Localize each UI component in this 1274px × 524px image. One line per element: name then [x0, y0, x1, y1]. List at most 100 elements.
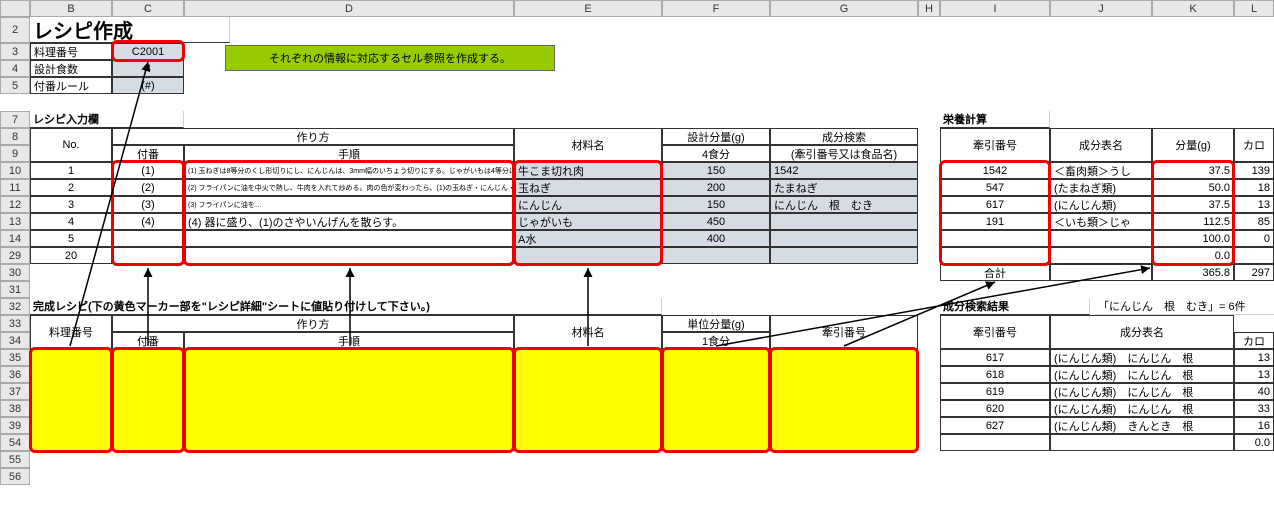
ks2n[interactable]: (にんじん類) にんじん 根	[1050, 383, 1234, 400]
t1-e2[interactable]	[184, 247, 514, 264]
t1r3-seibun[interactable]	[770, 213, 918, 230]
row-55[interactable]: 55	[0, 451, 30, 468]
row-5[interactable]: 5	[0, 77, 30, 94]
t1-e4[interactable]	[662, 247, 770, 264]
e3n[interactable]: ＜いも類＞じゃ	[1050, 213, 1152, 230]
e2n[interactable]: (にんじん類)	[1050, 196, 1152, 213]
t1r0-fuban[interactable]: (1)	[112, 162, 184, 179]
ks4k[interactable]: 627	[940, 417, 1050, 434]
row-13[interactable]: 13	[0, 213, 30, 230]
ks1c[interactable]: 13	[1234, 366, 1274, 383]
t1r4-tejun[interactable]	[184, 230, 514, 247]
t1r1-bunryo[interactable]: 200	[662, 179, 770, 196]
k-yellow-f[interactable]	[662, 349, 770, 451]
k-yellow-d[interactable]	[184, 349, 514, 451]
row-35[interactable]: 35	[0, 349, 30, 366]
e1b[interactable]: 50.0	[1152, 179, 1234, 196]
k-yellow-e[interactable]	[514, 349, 662, 451]
t1r4-zairyo[interactable]: A水	[514, 230, 662, 247]
t1r2-no[interactable]: 3	[30, 196, 112, 213]
k-yellow-b[interactable]	[30, 349, 112, 451]
ks0k[interactable]: 617	[940, 349, 1050, 366]
e0k[interactable]: 1542	[940, 162, 1050, 179]
t1r0-bunryo[interactable]: 150	[662, 162, 770, 179]
e5k[interactable]	[940, 247, 1050, 264]
t1r1-zairyo[interactable]: 玉ねぎ	[514, 179, 662, 196]
col-E[interactable]: E	[514, 0, 662, 17]
row-36[interactable]: 36	[0, 366, 30, 383]
t1r0-tejun[interactable]: (1) 玉ねぎは8等分のくし形切りにし、にんじんは、3mm幅のいちょう切りにする…	[184, 162, 514, 179]
row-33[interactable]: 33	[0, 315, 30, 332]
col-C[interactable]: C	[112, 0, 184, 17]
e2b[interactable]: 37.5	[1152, 196, 1234, 213]
ks2k[interactable]: 619	[940, 383, 1050, 400]
row-7[interactable]: 7	[0, 111, 30, 128]
t1r4-seibun[interactable]	[770, 230, 918, 247]
ks1n[interactable]: (にんじん類) にんじん 根	[1050, 366, 1234, 383]
e1n[interactable]: (たまねぎ類)	[1050, 179, 1152, 196]
row-31[interactable]: 31	[0, 281, 30, 298]
row-56[interactable]: 56	[0, 468, 30, 485]
e0b[interactable]: 37.5	[1152, 162, 1234, 179]
col-F[interactable]: F	[662, 0, 770, 17]
e4n[interactable]	[1050, 230, 1152, 247]
e5b[interactable]: 0.0	[1152, 247, 1234, 264]
col-B[interactable]: B	[30, 0, 112, 17]
col-I[interactable]: I	[940, 0, 1050, 17]
t1-e3[interactable]	[514, 247, 662, 264]
t1r0-seibun[interactable]: 1542	[770, 162, 918, 179]
t1r4-fuban[interactable]	[112, 230, 184, 247]
e3b[interactable]: 112.5	[1152, 213, 1234, 230]
ks3c[interactable]: 33	[1234, 400, 1274, 417]
ks3n[interactable]: (にんじん類) にんじん 根	[1050, 400, 1234, 417]
row-2[interactable]: 2	[0, 17, 30, 43]
t1r0-no[interactable]: 1	[30, 162, 112, 179]
ks4n[interactable]: (にんじん類) きんとき 根	[1050, 417, 1234, 434]
t1-e5[interactable]	[770, 247, 918, 264]
t1r3-zairyo[interactable]: じゃがいも	[514, 213, 662, 230]
e4k[interactable]	[940, 230, 1050, 247]
ks-e1[interactable]	[940, 434, 1050, 451]
row-39[interactable]: 39	[0, 417, 30, 434]
t1r2-bunryo[interactable]: 150	[662, 196, 770, 213]
e1c[interactable]: 18	[1234, 179, 1274, 196]
ks0n[interactable]: (にんじん類) にんじん 根	[1050, 349, 1234, 366]
t1r2-seibun[interactable]: にんじん 根 むき	[770, 196, 918, 213]
col-H[interactable]: H	[918, 0, 940, 17]
t1r3-bunryo[interactable]: 450	[662, 213, 770, 230]
ryori-value[interactable]: C2001	[112, 43, 184, 60]
e1k[interactable]: 547	[940, 179, 1050, 196]
t1r3-no[interactable]: 4	[30, 213, 112, 230]
t1r1-tejun[interactable]: (2) フライパンに油を中火で熱し、牛肉を入れて炒める。肉の色が変わったら、(1…	[184, 179, 514, 196]
t1r4-bunryo[interactable]: 400	[662, 230, 770, 247]
row-3[interactable]: 3	[0, 43, 30, 60]
row-12[interactable]: 12	[0, 196, 30, 213]
row-54[interactable]: 54	[0, 434, 30, 451]
col-K[interactable]: K	[1152, 0, 1234, 17]
t1r2-tejun[interactable]: (3) フライパンに油を…	[184, 196, 514, 213]
col-J[interactable]: J	[1050, 0, 1152, 17]
ks3k[interactable]: 620	[940, 400, 1050, 417]
row-11[interactable]: 11	[0, 179, 30, 196]
row-8[interactable]: 8	[0, 128, 30, 145]
row-9[interactable]: 9	[0, 145, 30, 162]
t1r0-zairyo[interactable]: 牛こま切れ肉	[514, 162, 662, 179]
row-30[interactable]: 30	[0, 264, 30, 281]
t1r2-fuban[interactable]: (3)	[112, 196, 184, 213]
t1r2-zairyo[interactable]: にんじん	[514, 196, 662, 213]
ks-e2[interactable]	[1050, 434, 1234, 451]
e3k[interactable]: 191	[940, 213, 1050, 230]
sekkei-value[interactable]: 4	[112, 60, 184, 77]
t1r4-no[interactable]: 5	[30, 230, 112, 247]
row-14[interactable]: 14	[0, 230, 30, 247]
e4b[interactable]: 100.0	[1152, 230, 1234, 247]
ks0c[interactable]: 13	[1234, 349, 1274, 366]
e0c[interactable]: 139	[1234, 162, 1274, 179]
row-34[interactable]: 34	[0, 332, 30, 349]
col-D[interactable]: D	[184, 0, 514, 17]
row-4[interactable]: 4	[0, 60, 30, 77]
row-37[interactable]: 37	[0, 383, 30, 400]
ks4c[interactable]: 16	[1234, 417, 1274, 434]
ks-zero[interactable]: 0.0	[1234, 434, 1274, 451]
t1r3-tejun[interactable]: (4) 器に盛り、(1)のさやいんげんを散らす。	[184, 213, 514, 230]
